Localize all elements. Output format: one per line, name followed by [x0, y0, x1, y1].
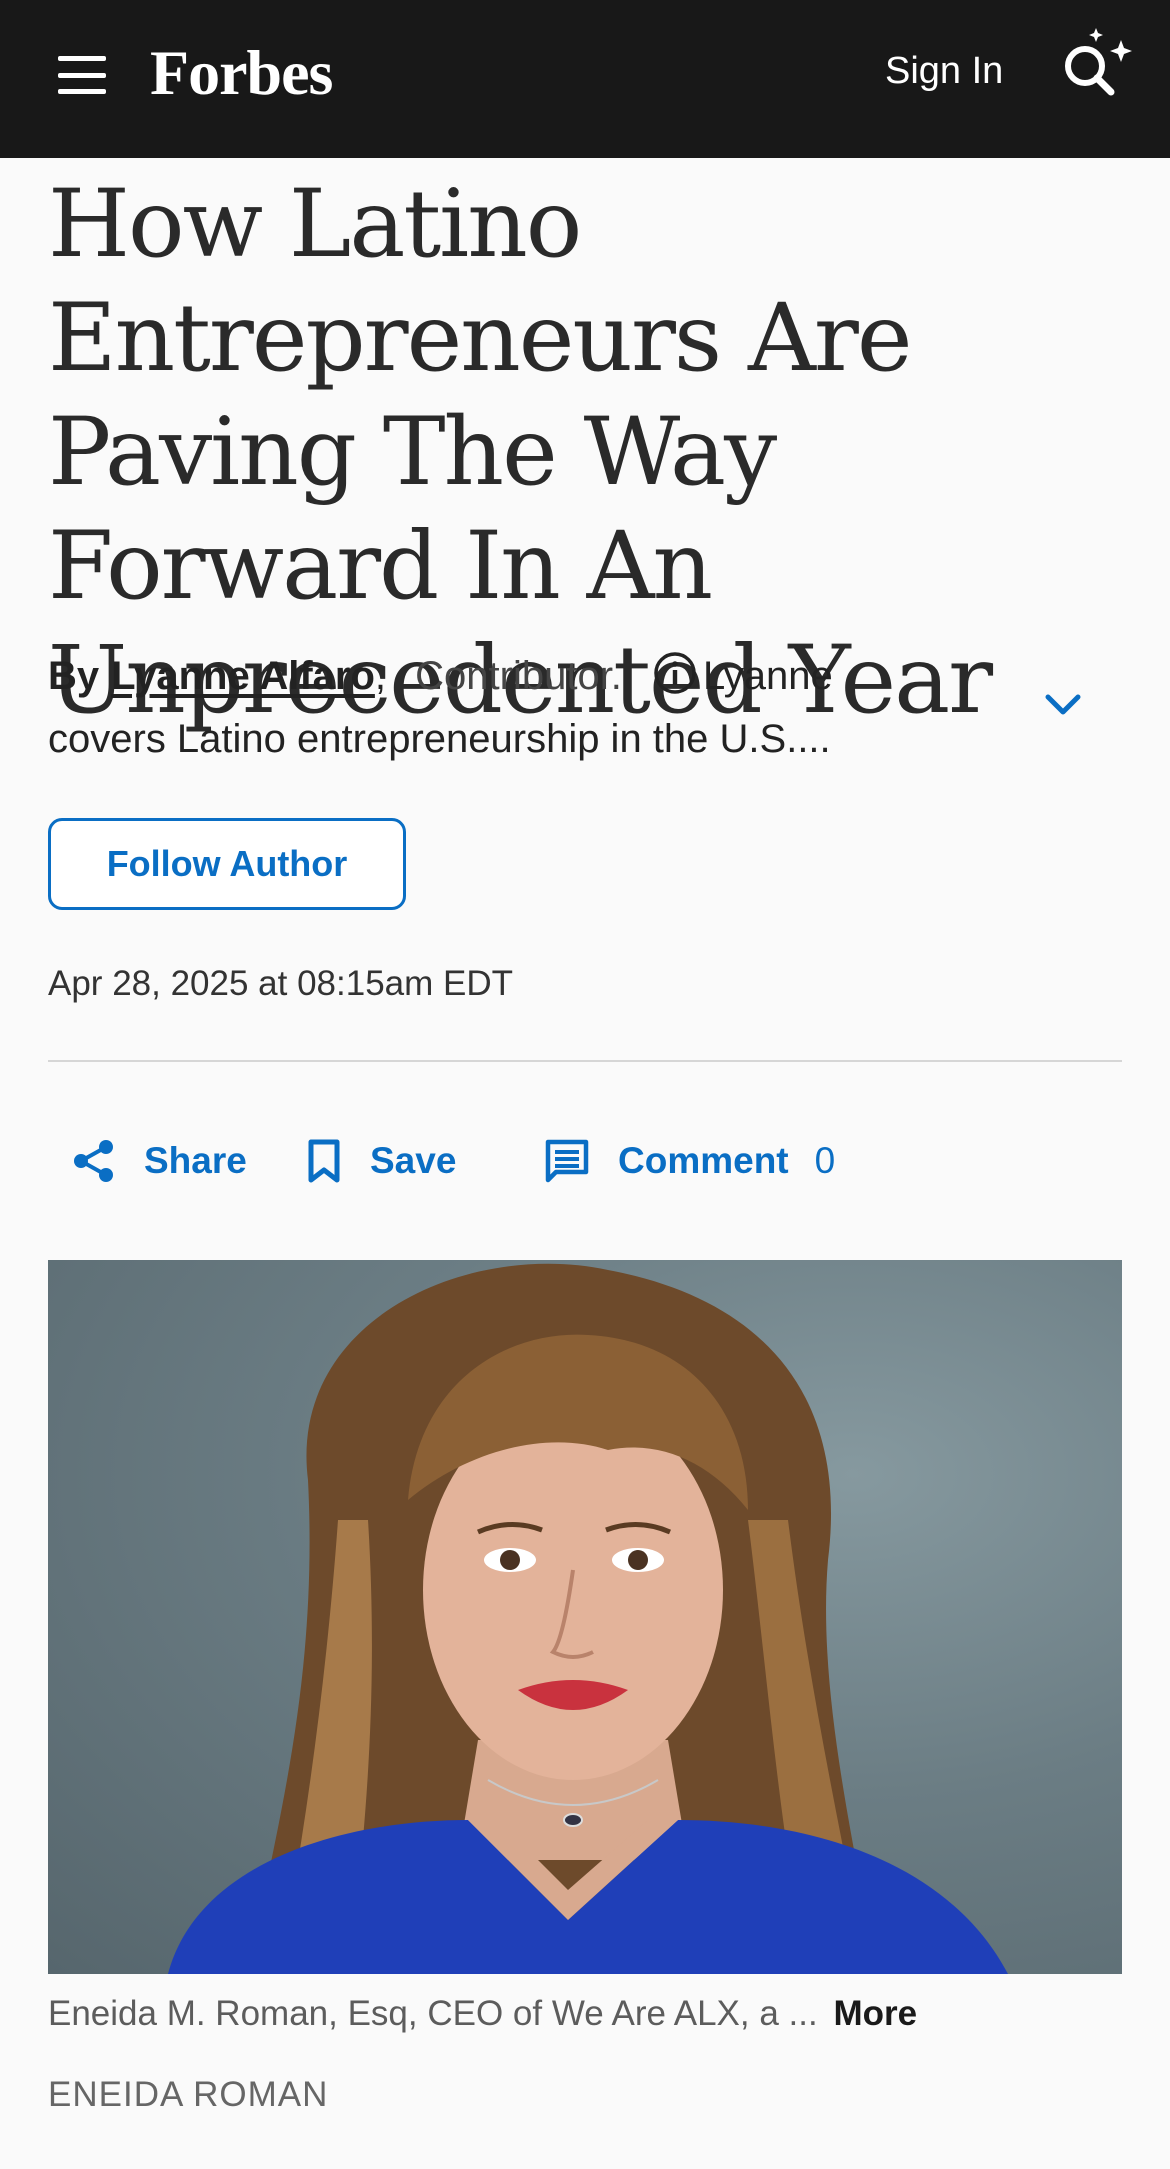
share-icon — [74, 1140, 113, 1182]
comment-button[interactable]: Comment 0 — [544, 1128, 835, 1194]
image-caption: Eneida M. Roman, Esq, CEO of We Are ALX,… — [48, 1994, 917, 2034]
caption-text: Eneida M. Roman, Esq, CEO of We Are ALX,… — [48, 1994, 818, 2033]
caption-more-link[interactable]: More — [833, 1994, 917, 2033]
comment-count: 0 — [814, 1140, 836, 1181]
forbes-logo[interactable]: Forbes — [150, 36, 333, 110]
comment-icon — [545, 1139, 589, 1183]
publish-date: Apr 28, 2025 at 08:15am EDT — [48, 964, 513, 1003]
save-label: Save — [370, 1140, 457, 1181]
chevron-down-icon[interactable] — [1040, 682, 1086, 728]
sign-in-link[interactable]: Sign In — [885, 50, 1003, 93]
search-sparkle-icon[interactable] — [1055, 24, 1135, 104]
follow-author-button[interactable]: Follow Author — [48, 818, 406, 910]
hamburger-menu-icon[interactable] — [58, 56, 106, 94]
share-label: Share — [144, 1140, 247, 1181]
comment-label: Comment — [618, 1140, 789, 1181]
byline-by: By — [48, 654, 100, 698]
info-icon[interactable] — [653, 651, 697, 695]
author-role: Contributor. — [415, 654, 622, 698]
byline-separator: , — [374, 654, 387, 698]
hero-image[interactable] — [48, 1260, 1122, 1974]
save-button[interactable]: Save — [306, 1128, 456, 1194]
share-button[interactable]: Share — [72, 1128, 247, 1194]
image-credit: ENEIDA ROMAN — [48, 2075, 329, 2114]
author-name-link[interactable]: Lyanne Alfaro — [111, 654, 375, 698]
divider — [48, 1060, 1122, 1062]
top-nav-bar: Forbes Sign In — [0, 0, 1170, 158]
byline: By Lyanne Alfaro, Contributor. Lyanne cov… — [48, 645, 908, 771]
bookmark-icon — [308, 1139, 340, 1183]
